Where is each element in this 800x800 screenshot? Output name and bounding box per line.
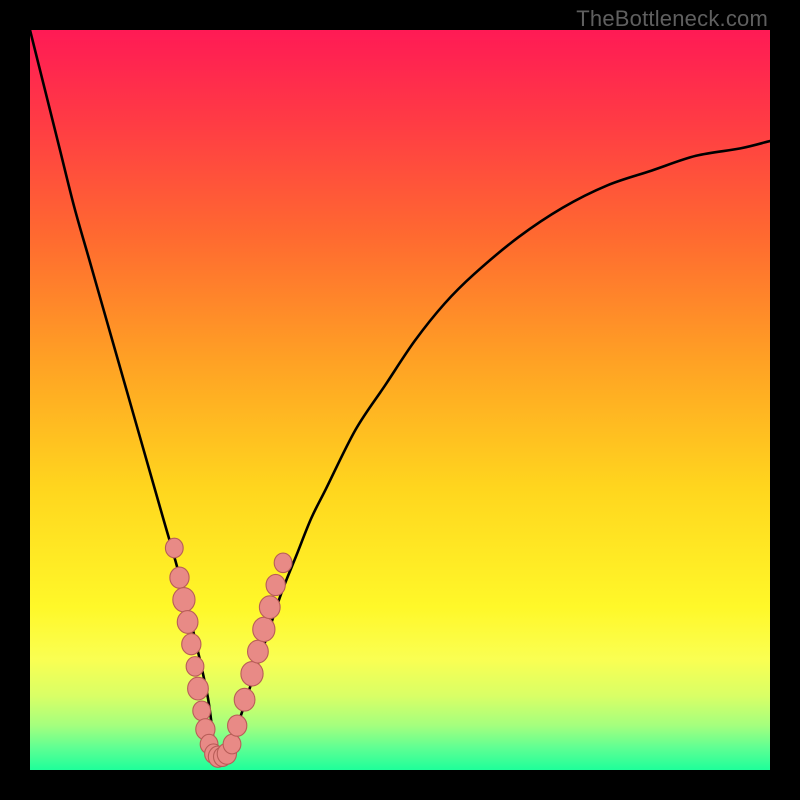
data-marker — [259, 596, 280, 619]
data-marker — [241, 662, 263, 686]
data-marker — [188, 677, 209, 700]
data-marker — [173, 588, 195, 612]
data-marker — [182, 634, 201, 655]
data-marker — [186, 657, 204, 677]
data-marker — [193, 701, 211, 721]
data-marker — [177, 611, 198, 634]
bottleneck-curve — [30, 30, 770, 757]
data-marker — [266, 574, 285, 595]
data-marker — [274, 553, 292, 573]
data-marker — [170, 567, 189, 588]
data-marker — [165, 538, 183, 558]
plot-area — [30, 30, 770, 770]
data-marker — [248, 640, 269, 663]
data-marker — [228, 715, 247, 736]
outer-frame: TheBottleneck.com — [0, 0, 800, 800]
data-marker — [234, 688, 255, 711]
curve-markers — [165, 538, 292, 767]
curve-layer — [30, 30, 770, 770]
data-marker — [253, 617, 275, 641]
data-marker — [223, 734, 241, 754]
watermark-label: TheBottleneck.com — [576, 6, 768, 32]
